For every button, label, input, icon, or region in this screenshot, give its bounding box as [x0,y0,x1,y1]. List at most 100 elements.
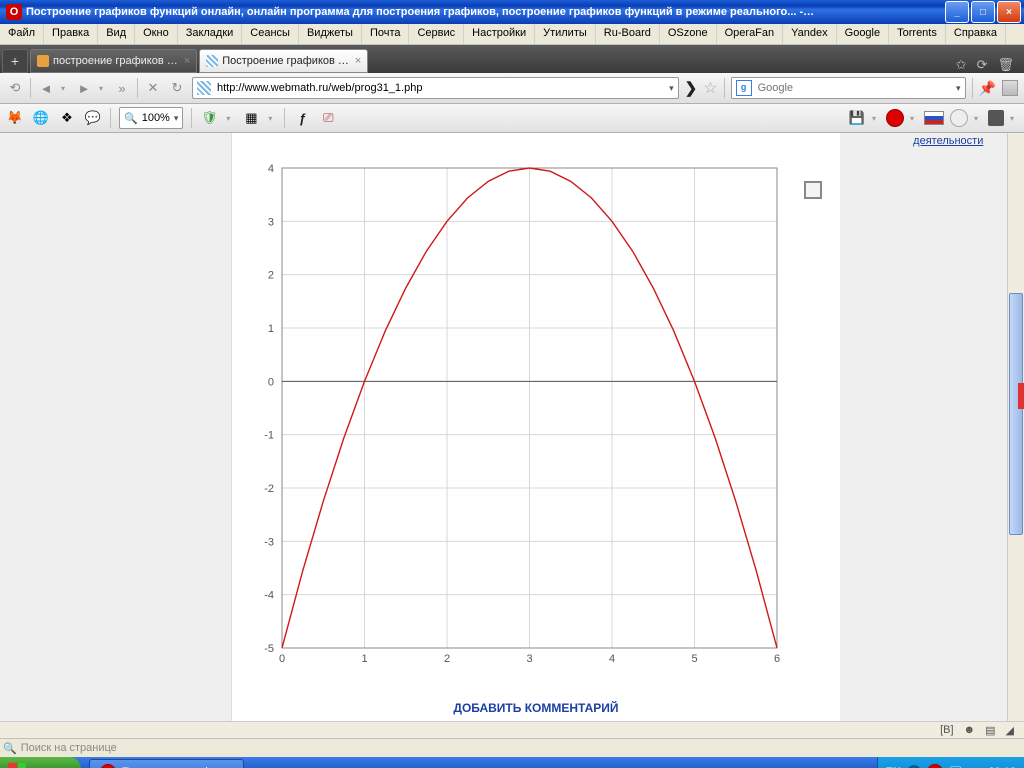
zoom-control[interactable]: 🔍 100% ▾ [119,107,183,129]
tab-close-icon[interactable]: × [355,55,361,67]
tab-strip: + построение графиков … × Построение гра… [0,45,1024,73]
horizontal-scrollbar[interactable]: [B] ☻ ▤ ◢ [0,721,1024,738]
svg-text:3: 3 [267,216,273,228]
opera-menu-icon[interactable] [886,109,904,127]
zoom-value: 100% [142,112,170,124]
language-flag-icon[interactable] [924,111,944,125]
taskbar: пуск Построение график… EN ‹ 🖥 📼 20:13 [0,757,1024,768]
notes-icon[interactable] [1002,80,1018,96]
window-maximize-button[interactable]: □ [971,1,995,23]
menu-item[interactable]: Сервис [409,24,464,44]
bold-indicator[interactable]: [B] [940,724,953,736]
menu-item[interactable]: Torrents [889,24,946,44]
menu-item[interactable]: Почта [362,24,410,44]
corner-icon: ◢ [1006,724,1014,737]
svg-text:-2: -2 [264,483,274,495]
stop-button[interactable]: ✕ [144,79,162,97]
zoom-dropdown[interactable]: ▾ [174,113,179,124]
list-icon[interactable]: ▦ [242,109,260,127]
find-placeholder[interactable]: Поиск на странице [21,742,1021,754]
globe-icon[interactable]: 🌐 [32,109,50,127]
svg-text:2: 2 [443,653,449,665]
smiley-icon[interactable]: ☻ [964,724,976,736]
window-minimize-button[interactable]: _ [945,1,969,23]
rewind-button[interactable]: ⟲ [6,79,24,97]
taskbar-app-button[interactable]: Построение график… [89,759,244,768]
search-box[interactable]: g ▾ [731,77,966,99]
url-input[interactable] [215,81,669,95]
menu-item[interactable]: Окно [135,24,178,44]
svg-text:0: 0 [278,653,284,665]
secondary-toolbar: 🦊 🌐 ❖ 💬 🔍 100% ▾ 🛡 ▾ ▦ ▾ ƒ ⎚ 💾 ▾ ▾ ▾ ▾ [0,104,1024,133]
menu-item[interactable]: Утилиты [535,24,596,44]
plugin1-icon[interactable]: ⎚ [319,109,337,127]
start-label: пуск [32,764,65,768]
reload-button[interactable]: ↻ [168,79,186,97]
svg-text:0: 0 [267,376,273,388]
window-close-button[interactable]: × [997,1,1021,23]
doc-icon[interactable]: ▤ [985,724,995,737]
address-bar[interactable]: ▾ [192,77,679,99]
tab-close-icon[interactable]: × [184,55,190,67]
page-right-margin [840,133,1007,721]
back-button[interactable]: ◄ [37,79,55,97]
shield-icon[interactable]: 🛡 [200,109,218,127]
menu-item[interactable]: Вид [98,24,135,44]
menu-item[interactable]: Google [837,24,889,44]
menu-item[interactable]: Виджеты [299,24,362,44]
menu-item[interactable]: Правка [44,24,98,44]
vertical-scrollbar[interactable] [1007,133,1024,721]
svg-text:5: 5 [691,653,697,665]
go-button[interactable]: ❯ [685,79,698,97]
forward-history-dropdown[interactable]: ▾ [99,84,107,93]
back-history-dropdown[interactable]: ▾ [61,84,69,93]
menu-item[interactable]: OSzone [660,24,717,44]
svg-text:-5: -5 [264,643,274,655]
find-bar: 🔍 Поиск на странице [0,738,1024,757]
tray-opera-icon[interactable] [927,764,943,768]
menu-item[interactable]: Справка [946,24,1006,44]
printer-icon[interactable] [988,110,1004,126]
menu-item[interactable]: Закладки [178,24,243,44]
tab-favicon-icon [206,55,218,67]
sync-icon[interactable]: ⟳ [977,57,988,73]
start-button[interactable]: пуск [0,757,81,768]
opera-light-icon[interactable] [950,109,968,127]
search-engine-icon[interactable]: g [736,80,752,96]
tab-active[interactable]: Построение графиков … × [199,49,368,73]
forward-button[interactable]: ► [75,79,93,97]
side-link[interactable]: деятельности [913,133,995,147]
menu-item[interactable]: OperaFan [717,24,784,44]
chart-legend-checkbox[interactable] [804,181,822,199]
system-tray: EN ‹ 🖥 📼 20:13 [877,757,1024,768]
menu-item[interactable]: Yandex [783,24,837,44]
trash-icon[interactable]: 🗑 [997,57,1014,73]
scrollbar-thumb[interactable] [1009,293,1023,535]
new-tab-button[interactable]: + [2,49,28,73]
search-dropdown[interactable]: ▾ [956,83,961,94]
svg-text:-4: -4 [264,590,274,602]
url-history-dropdown[interactable]: ▾ [669,83,674,94]
add-comment-link[interactable]: ДОБАВИТЬ КОММЕНТАРИЙ [453,701,618,715]
svg-text:-1: -1 [264,430,274,442]
tab-label: построение графиков … [53,55,178,67]
save-page-icon[interactable]: 💾 [848,109,866,127]
firefox-icon[interactable]: 🦊 [6,109,24,127]
menu-item[interactable]: Сеансы [242,24,299,44]
windows-icon[interactable]: ❖ [58,109,76,127]
address-toolbar: ⟲ ◄ ▾ ► ▾ » ✕ ↻ ▾ ❯ ☆ g ▾ 📌 [0,73,1024,104]
fast-forward-button[interactable]: » [113,79,131,97]
pin-icon[interactable]: 📌 [979,80,996,97]
tab-label: Построение графиков … [222,55,349,67]
menu-item[interactable]: Настройки [464,24,535,44]
menu-item[interactable]: Файл [0,24,44,44]
bookmark-button[interactable]: ☆ [703,78,717,98]
find-magnifier-icon: 🔍 [3,742,17,755]
chat-icon[interactable]: 💬 [84,109,102,127]
search-input[interactable] [756,81,956,95]
menu-item[interactable]: Ru-Board [596,24,660,44]
windows-flag-icon [8,763,26,768]
wand-icon[interactable]: ƒ [293,109,311,127]
tab-inactive[interactable]: построение графиков … × [30,49,197,73]
bookmark-star-icon[interactable]: ✩ [956,57,967,73]
